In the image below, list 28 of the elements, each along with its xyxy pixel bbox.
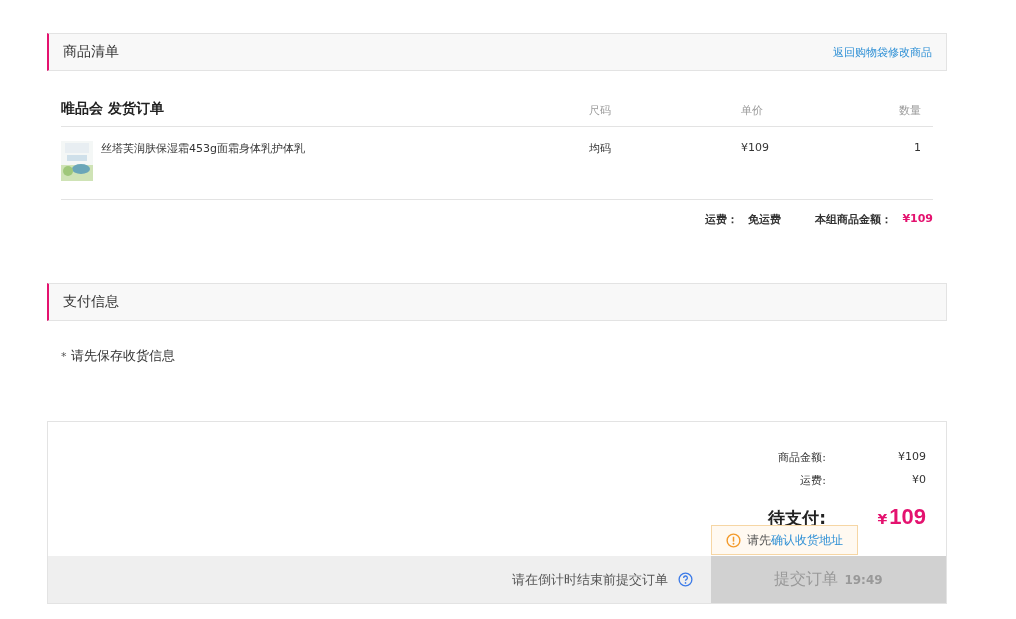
currency-symbol: ¥: [877, 511, 888, 527]
shipping-value: 免运费: [748, 212, 782, 227]
section-title: 商品清单: [63, 43, 119, 61]
price-cell-text: ¥109: [740, 141, 770, 154]
subtotal-label: 本组商品金额：: [815, 212, 893, 227]
shipping-label: 运费：: [705, 212, 739, 227]
summary-value: ¥0: [911, 473, 926, 488]
quantity-cell-text: 1: [913, 141, 922, 154]
confirm-address-link[interactable]: 确认收货地址: [771, 532, 843, 547]
column-header: 单价: [740, 103, 764, 118]
size-cell-text: 均码: [588, 141, 612, 156]
section-title: 支付信息: [63, 293, 119, 311]
warning-icon: [726, 532, 741, 548]
required-mark: *: [61, 349, 67, 363]
subtotal-value: ¥109: [902, 212, 933, 227]
amount-due: 109: [889, 504, 926, 530]
countdown-hint: 请在倒计时结束前提交订单: [512, 570, 668, 589]
order-group-title: 唯品会 发货订单: [61, 100, 165, 118]
column-header: 数量: [898, 103, 922, 118]
summary-label: 商品金额:: [777, 450, 826, 465]
tooltip-text: 请先确认收货地址: [747, 531, 843, 549]
back-to-cart-link[interactable]: 返回购物袋修改商品: [833, 44, 932, 60]
column-header: 尺码: [588, 103, 612, 118]
help-icon[interactable]: [678, 572, 693, 587]
product-name: 丝塔芙润肤保湿霜453g面霜身体乳护体乳: [101, 141, 305, 156]
summary-value: ¥109: [897, 450, 926, 465]
notice-text: 请先保存收货信息: [70, 347, 175, 365]
summary-label: 运费:: [799, 473, 826, 488]
